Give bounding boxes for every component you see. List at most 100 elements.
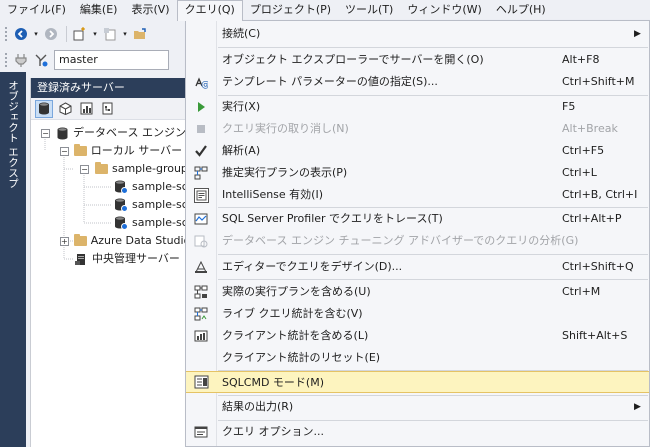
menu-window[interactable]: ウィンドウ(W): [400, 0, 488, 20]
tree-node-database-engine[interactable]: − データベース エンジン: [31, 124, 190, 142]
database-icon: [39, 102, 49, 115]
tree-node-server[interactable]: sample-sc: [31, 214, 190, 232]
forward-arrow-icon: [45, 28, 57, 40]
back-arrow-icon: [15, 28, 27, 40]
menu-item-label: SQLCMD モード(M): [222, 376, 324, 389]
live-stats-icon: [186, 303, 216, 325]
dropdown-chevron[interactable]: ▾: [121, 25, 129, 43]
plug-icon: [15, 54, 27, 67]
reporting-services-button[interactable]: [77, 100, 95, 118]
template-params-icon: @: [186, 71, 216, 93]
play-icon: [186, 96, 216, 118]
database-engine-button[interactable]: [35, 99, 53, 118]
menu-edit[interactable]: 編集(E): [73, 0, 125, 20]
submenu-arrow-icon: ▶: [634, 29, 641, 39]
new-project-button[interactable]: [71, 25, 89, 43]
stop-icon: [186, 118, 216, 140]
toolbar-separator: [66, 26, 67, 42]
analysis-services-button[interactable]: [56, 100, 74, 118]
folder-icon: [94, 162, 108, 176]
menu-item-query-options[interactable]: クエリ オプション...: [186, 421, 649, 443]
forward-button[interactable]: [42, 25, 60, 43]
object-explorer-tab[interactable]: オブジェクト エクスプローラー: [3, 76, 23, 198]
query-options-icon: [186, 421, 216, 443]
folder-icon: [73, 144, 87, 158]
tree-node-server[interactable]: sample-sc: [31, 178, 190, 196]
menu-item-label: 結果の出力(R): [222, 400, 294, 413]
checkmark-icon: [186, 140, 216, 162]
integration-services-button[interactable]: [98, 100, 116, 118]
menu-item-shortcut: Alt+F8: [562, 53, 600, 66]
tree-node-local-server-group[interactable]: − ローカル サーバー グ: [31, 142, 197, 160]
menu-project[interactable]: プロジェクト(P): [243, 0, 338, 20]
tree-node-sample-group[interactable]: − sample-group: [31, 160, 190, 178]
client-stats-icon: [186, 325, 216, 347]
side-tab-strip: オブジェクト エクスプローラー: [0, 72, 26, 447]
toolbar-grip[interactable]: [4, 52, 8, 68]
menu-item-open-in-object-explorer[interactable]: オブジェクト エクスプローラーでサーバーを開く(O) Alt+F8: [186, 49, 649, 71]
menu-item-label: クエリ オプション...: [222, 425, 324, 438]
menu-item-connect[interactable]: 接続(C) ▶: [186, 23, 649, 45]
change-connection-button[interactable]: [32, 51, 50, 69]
new-item-icon: [104, 28, 116, 41]
menu-tools[interactable]: ツール(T): [338, 0, 400, 20]
menu-item-shortcut: Alt+Break: [562, 122, 618, 135]
menu-item-label: IntelliSense 有効(I): [222, 188, 324, 201]
tuning-advisor-icon: [186, 230, 216, 252]
menu-view[interactable]: 表示(V): [124, 0, 176, 20]
connect-button[interactable]: [12, 51, 30, 69]
menu-item-include-live-stats[interactable]: ライブ クエリ統計を含む(V): [186, 303, 649, 325]
menu-separator: [218, 279, 648, 280]
menu-item-intellisense[interactable]: IntelliSense 有効(I) Ctrl+B, Ctrl+I: [186, 184, 649, 206]
menu-item-label: エディターでクエリをデザイン(D)...: [222, 260, 403, 273]
database-selector[interactable]: master: [54, 50, 169, 70]
menu-item-label: テンプレート パラメーターの値の指定(S)...: [222, 75, 438, 88]
server-icon: [114, 216, 128, 230]
menu-item-parse[interactable]: 解析(A) Ctrl+F5: [186, 140, 649, 162]
dropdown-chevron[interactable]: ▾: [32, 25, 40, 43]
tree-node-label: データベース エンジン: [73, 126, 186, 139]
menu-item-label: データベース エンジン チューニング アドバイザーでのクエリの分析(G): [222, 234, 579, 247]
menu-item-shortcut: Ctrl+F5: [562, 144, 605, 157]
menu-query[interactable]: クエリ(Q): [176, 0, 243, 21]
menu-item-template-parameters[interactable]: @ テンプレート パラメーターの値の指定(S)... Ctrl+Shift+M: [186, 71, 649, 93]
collapse-toggle[interactable]: −: [80, 164, 89, 174]
menu-item-label: SQL Server Profiler でクエリをトレース(T): [222, 212, 443, 225]
menu-item-include-client-stats[interactable]: クライアント統計を含める(L) Shift+Alt+S: [186, 325, 649, 347]
new-item-button[interactable]: [101, 25, 119, 43]
menu-item-design-query[interactable]: エディターでクエリをデザイン(D)... Ctrl+Shift+Q: [186, 256, 649, 278]
menu-item-include-actual-plan[interactable]: 実際の実行プランを含める(U) Ctrl+M: [186, 281, 649, 303]
back-button[interactable]: [12, 25, 30, 43]
menu-item-cancel-execution: クエリ実行の取り消し(N) Alt+Break: [186, 118, 649, 140]
menu-item-results-to[interactable]: 結果の出力(R) ▶: [186, 396, 649, 418]
tree-node-central-management[interactable]: 中央管理サーバー: [31, 250, 190, 268]
menu-item-shortcut: Ctrl+Alt+P: [562, 212, 622, 225]
server-tree: − データベース エンジン − ローカル サーバー グ − sample-gro…: [31, 120, 197, 268]
tree-node-label: sample-sc: [132, 180, 188, 193]
menu-item-label: ライブ クエリ統計を含む(V): [222, 307, 363, 320]
tree-node-azure-data-studio[interactable]: + Azure Data Studio: [31, 232, 190, 250]
menu-item-execute[interactable]: 実行(X) F5: [186, 96, 649, 118]
folder-icon: [73, 234, 87, 248]
menu-help[interactable]: ヘルプ(H): [489, 0, 553, 20]
menu-bar: ファイル(F) 編集(E) 表示(V) クエリ(Q) プロジェクト(P) ツール…: [0, 0, 650, 21]
menu-item-label: オブジェクト エクスプローラーでサーバーを開く(O): [222, 53, 484, 66]
collapse-toggle[interactable]: −: [41, 128, 50, 138]
menu-item-reset-client-stats[interactable]: クライアント統計のリセット(E): [186, 347, 649, 369]
collapse-toggle[interactable]: −: [60, 146, 69, 156]
menu-item-sqlcmd-mode[interactable]: SQLCMD モード(M): [186, 371, 649, 393]
tree-node-server[interactable]: sample-sc: [31, 196, 190, 214]
svg-text:@: @: [201, 80, 208, 89]
menu-item-label: クライアント統計のリセット(E): [222, 351, 381, 364]
expand-toggle[interactable]: +: [60, 236, 69, 246]
intellisense-icon: [186, 184, 216, 206]
menu-item-estimated-plan[interactable]: 推定実行プランの表示(P) Ctrl+L: [186, 162, 649, 184]
panel-toolbar: [31, 98, 190, 120]
server-icon: [114, 198, 128, 212]
menu-file[interactable]: ファイル(F): [0, 0, 73, 20]
menu-item-label: 推定実行プランの表示(P): [222, 166, 348, 179]
open-file-button[interactable]: [131, 25, 149, 43]
menu-item-trace-in-profiler[interactable]: SQL Server Profiler でクエリをトレース(T) Ctrl+Al…: [186, 208, 649, 230]
dropdown-chevron[interactable]: ▾: [91, 25, 99, 43]
toolbar-grip[interactable]: [4, 26, 8, 42]
